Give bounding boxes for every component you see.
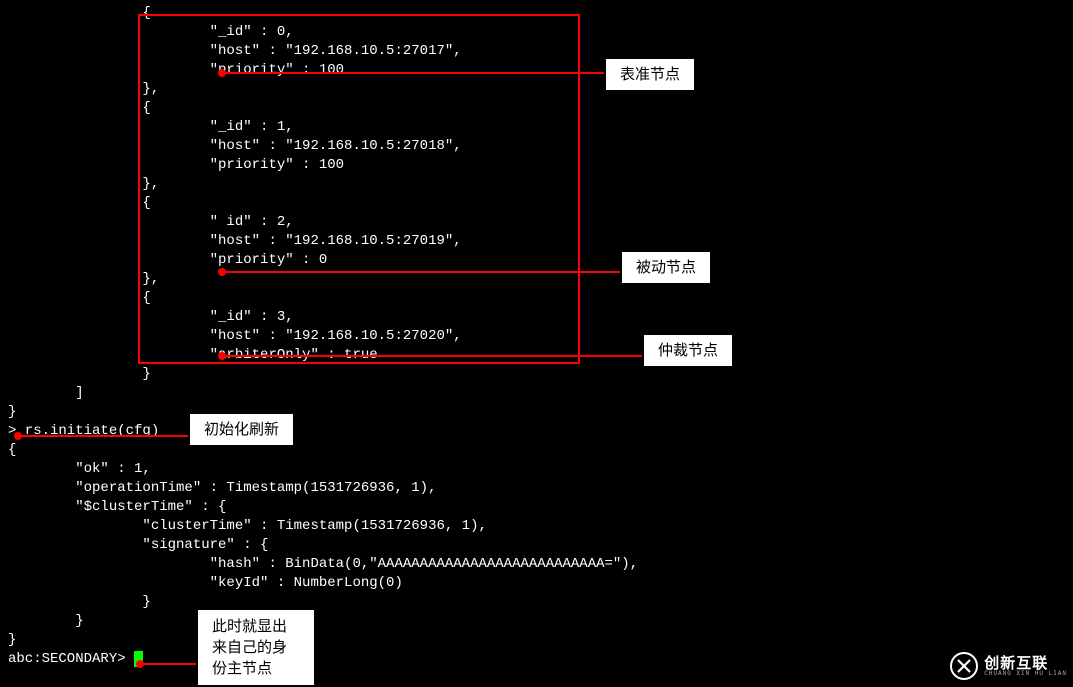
code-line: "hash" : BinData(0,"AAAAAAAAAAAAAAAAAAAA… [0, 555, 1073, 574]
code-line: "operationTime" : Timestamp(1531726936, … [0, 479, 1073, 498]
connector-line [20, 435, 190, 437]
logo-main-text: 创新互联 [984, 656, 1067, 671]
annotation-init-refresh: 初始化刷新 [188, 412, 295, 447]
code-line: { [0, 194, 1073, 213]
connector-line [142, 663, 198, 665]
code-line: "host" : "192.168.10.5:27017", [0, 42, 1073, 61]
code-line: { [0, 289, 1073, 308]
code-line: { [0, 99, 1073, 118]
code-line: > rs.initiate(cfg) [0, 422, 1073, 441]
logo-icon [950, 652, 978, 680]
connector-line [224, 355, 644, 357]
code-line: "clusterTime" : Timestamp(1531726936, 1)… [0, 517, 1073, 536]
code-line: "priority" : 100 [0, 61, 1073, 80]
code-line: "priority" : 100 [0, 156, 1073, 175]
x-mark-icon [955, 657, 973, 675]
code-line: } [0, 365, 1073, 384]
code-line: "priority" : 0 [0, 251, 1073, 270]
code-line: } [0, 593, 1073, 612]
code-line: "_id" : 1, [0, 118, 1073, 137]
annotation-identity-note: 此时就显出来自己的身份主节点 [196, 608, 316, 687]
annotation-passive-node: 被动节点 [620, 250, 712, 285]
annotation-standard-node: 表准节点 [604, 57, 696, 92]
logo-text: 创新互联 CHUANG XIN HU LIAN [984, 656, 1067, 677]
code-line: } [0, 612, 1073, 631]
prompt-line[interactable]: abc:SECONDARY> [0, 650, 1073, 669]
code-line: "ok" : 1, [0, 460, 1073, 479]
code-line: ] [0, 384, 1073, 403]
code-line: } [0, 403, 1073, 422]
code-line: }, [0, 80, 1073, 99]
code-line: "host" : "192.168.10.5:27020", [0, 327, 1073, 346]
code-line: }, [0, 175, 1073, 194]
code-line: "host" : "192.168.10.5:27019", [0, 232, 1073, 251]
code-line: { [0, 441, 1073, 460]
terminal-output: { "_id" : 0, "host" : "192.168.10.5:2701… [0, 4, 1073, 669]
code-line: "keyId" : NumberLong(0) [0, 574, 1073, 593]
prompt-text: abc:SECONDARY> [8, 651, 134, 667]
code-line: "$clusterTime" : { [0, 498, 1073, 517]
code-line: "signature" : { [0, 536, 1073, 555]
code-line: } [0, 631, 1073, 650]
code-line: "_id" : 3, [0, 308, 1073, 327]
code-line: " id" : 2, [0, 213, 1073, 232]
code-line: "host" : "192.168.10.5:27018", [0, 137, 1073, 156]
logo-sub-text: CHUANG XIN HU LIAN [984, 671, 1067, 677]
connector-line [224, 72, 606, 74]
annotation-arbiter-node: 仲裁节点 [642, 333, 734, 368]
watermark-logo: 创新互联 CHUANG XIN HU LIAN [950, 652, 1067, 680]
code-line: { [0, 4, 1073, 23]
code-line: "_id" : 0, [0, 23, 1073, 42]
connector-line [224, 271, 622, 273]
